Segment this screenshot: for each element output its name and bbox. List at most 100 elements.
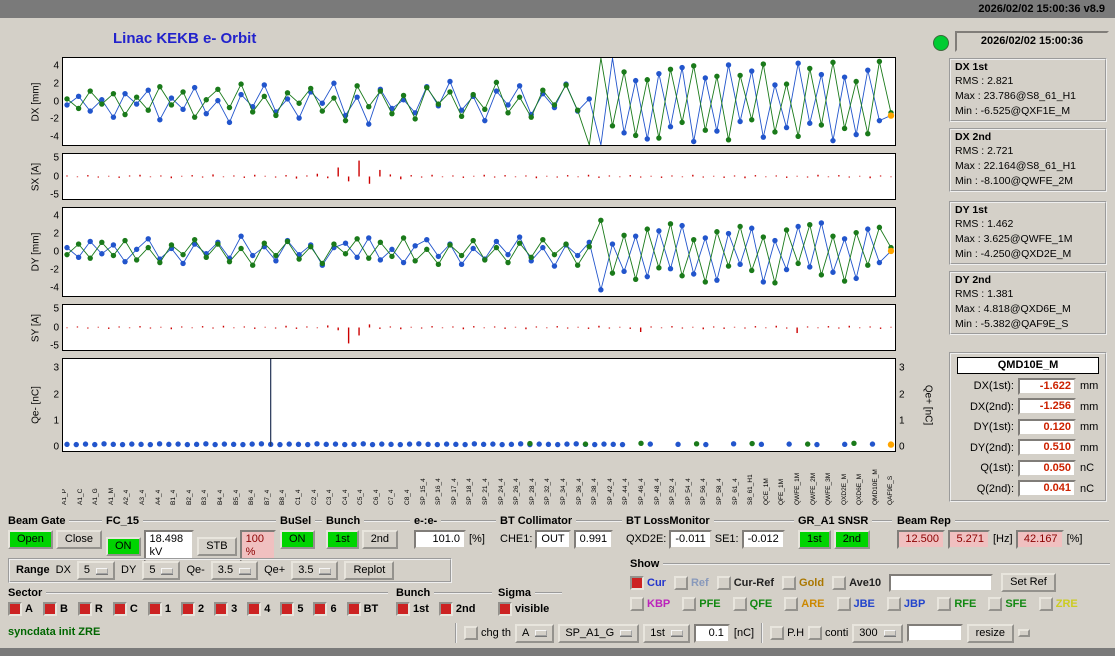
sector-3-checkbox[interactable]: 3	[214, 602, 237, 616]
beam-rep-hz-unit: [Hz]	[993, 533, 1013, 545]
x-axis-label: A1_P	[62, 489, 68, 505]
stat-title: DX 1st	[955, 61, 988, 73]
qxd2e-value: -0.011	[669, 530, 712, 549]
show-rfe-checkbox[interactable]: RFE	[937, 597, 976, 611]
x-axis-label: SP_16_4	[435, 478, 443, 505]
checkbox-indicator	[732, 597, 747, 611]
x-axis-label: SP_18_4	[466, 478, 474, 505]
ee-ratio-unit: [%]	[469, 533, 485, 545]
show-gold-checkbox[interactable]: Gold	[782, 575, 824, 590]
ref-name-input[interactable]	[889, 573, 994, 592]
x-axis-label: S8_61_H1	[747, 474, 755, 505]
conti-checkbox[interactable]: conti	[808, 626, 848, 640]
dy-plot-row: DY [mm] 4 2 0 -2 -4	[0, 207, 945, 297]
show-qfe-checkbox[interactable]: QFE	[732, 597, 772, 611]
replot-button[interactable]: Replot	[344, 561, 395, 580]
x-axis-label: SP_54_4	[684, 478, 692, 505]
checkbox-indicator	[112, 602, 127, 616]
set-ref-button[interactable]: Set Ref	[1001, 573, 1056, 592]
show-cur-ref-checkbox[interactable]: Cur-Ref	[716, 575, 774, 590]
che1-label: CHE1:	[500, 533, 533, 545]
checkbox-indicator	[988, 597, 1003, 611]
titlebar-clock: 2026/02/02 15:00:36 v8.9	[978, 3, 1105, 15]
gr-snsr-1st-button[interactable]: 1st	[798, 530, 831, 549]
x-axis-label: SP_24_4	[497, 478, 505, 505]
sector-6-checkbox[interactable]: 6	[313, 602, 337, 616]
show-jbp-checkbox[interactable]: JBP	[886, 597, 925, 611]
x-axis-label: SP_32_4	[544, 478, 552, 505]
x-axis-label: A1_M	[107, 488, 115, 505]
bunch-1st-checkbox[interactable]: 1st	[396, 602, 429, 616]
range-dx-select[interactable]: 5	[76, 561, 116, 580]
ph-checkbox[interactable]: P.H	[770, 626, 804, 640]
show-cur-checkbox[interactable]: Cur	[630, 575, 666, 590]
snapshot-button[interactable]	[1017, 629, 1030, 637]
charge-ticks-left: 3210	[53, 362, 59, 453]
show-jbe-checkbox[interactable]: JBE	[836, 597, 875, 611]
monitor-select[interactable]: SP_A1_G	[558, 623, 640, 643]
sector-2-checkbox[interactable]: 2	[180, 602, 204, 616]
range-qe-minus-select[interactable]: 3.5	[210, 561, 259, 580]
show-ref-checkbox[interactable]: Ref	[673, 575, 709, 590]
sy-plot[interactable]	[62, 304, 896, 351]
interval-value: 300	[859, 626, 878, 639]
show-zre-checkbox[interactable]: ZRE	[1038, 597, 1078, 611]
range-dy-label: DY	[121, 564, 137, 576]
sy-plot-row: SY [A] 5 0 -5	[0, 304, 945, 351]
range-dy-select[interactable]: 5	[142, 561, 181, 580]
sector-4-checkbox[interactable]: 4	[247, 602, 270, 616]
x-axis-label: SP_61_4	[731, 478, 739, 505]
beam-gate-close-button[interactable]: Close	[55, 530, 103, 549]
show-kbp-checkbox[interactable]: KBP	[630, 597, 670, 611]
sx-plot[interactable]	[62, 153, 896, 200]
bunch-order-select[interactable]: 1st	[643, 623, 690, 643]
interval-select[interactable]: 300	[852, 623, 903, 643]
checkbox-indicator	[214, 602, 229, 616]
show-pfe-checkbox[interactable]: PFE	[682, 597, 721, 611]
checkbox-indicator	[716, 575, 731, 590]
sector-select[interactable]: A	[514, 623, 555, 643]
x-axis-label: QMD10E_M	[871, 469, 879, 505]
monitor-row-unit: mm	[1080, 441, 1099, 454]
busel-on-button[interactable]: ON	[280, 530, 315, 549]
beam-rep-percent-unit: [%]	[1066, 533, 1083, 545]
sigma-visible-checkbox[interactable]: visible	[498, 602, 549, 616]
option-menu-icon	[161, 567, 174, 574]
option-menu-icon	[620, 630, 633, 636]
bunch-1st-button[interactable]: 1st	[326, 530, 359, 549]
sector-a-checkbox[interactable]: A	[8, 602, 33, 616]
checkbox-indicator	[782, 575, 797, 590]
sector-bt-checkbox[interactable]: BT	[346, 602, 378, 616]
threshold-input[interactable]: 0.1	[693, 623, 730, 643]
fc15-stb-button[interactable]: STB	[197, 536, 237, 556]
beam-gate-open-button[interactable]: Open	[8, 530, 53, 549]
x-axis-labels: A1_P A1_C A1_G A1_M A2_4 A3_4 A4_4 B1_4 B2_4 B3_4…	[62, 455, 896, 505]
count-input[interactable]	[906, 624, 963, 642]
dx-plot[interactable]	[62, 57, 896, 146]
bunch-2nd-button[interactable]: 2nd	[361, 530, 399, 549]
sector-b-checkbox[interactable]: B	[42, 602, 68, 616]
chg-th-checkbox[interactable]: chg th	[464, 626, 511, 640]
x-axis-label: B4_4	[216, 489, 224, 505]
charge-plot[interactable]	[62, 358, 896, 452]
sector-r-checkbox[interactable]: R	[77, 602, 103, 616]
sector-5-checkbox[interactable]: 5	[280, 602, 303, 616]
sector-1-checkbox[interactable]: 1	[147, 602, 171, 616]
bunch-2nd-checkbox[interactable]: 2nd	[438, 602, 475, 616]
show-are-checkbox[interactable]: ARE	[784, 597, 825, 611]
stat-dx-1st: DX 1st RMS : 2.821 Max : 23.786@S8_61_H1…	[949, 58, 1107, 122]
checkbox-indicator	[682, 597, 697, 611]
sector-c-checkbox[interactable]: C	[112, 602, 138, 616]
fc15-on-button[interactable]: ON	[106, 536, 141, 556]
show-ave10-checkbox[interactable]: Ave10	[832, 575, 881, 590]
bt-lossmonitor-caption: BT LossMonitor	[626, 514, 710, 527]
monitor-select-value: SP_A1_G	[565, 626, 615, 639]
x-axis-label: SP_15_4	[419, 478, 427, 505]
x-axis-label: QWFE_2M	[809, 472, 817, 505]
dy-plot[interactable]	[62, 207, 896, 297]
resize-button[interactable]: resize	[966, 623, 1014, 643]
range-qe-plus-select[interactable]: 3.5	[291, 561, 339, 580]
gr-snsr-2nd-button[interactable]: 2nd	[833, 530, 871, 549]
show-sfe-checkbox[interactable]: SFE	[988, 597, 1027, 611]
range-dx-value: 5	[83, 564, 91, 576]
